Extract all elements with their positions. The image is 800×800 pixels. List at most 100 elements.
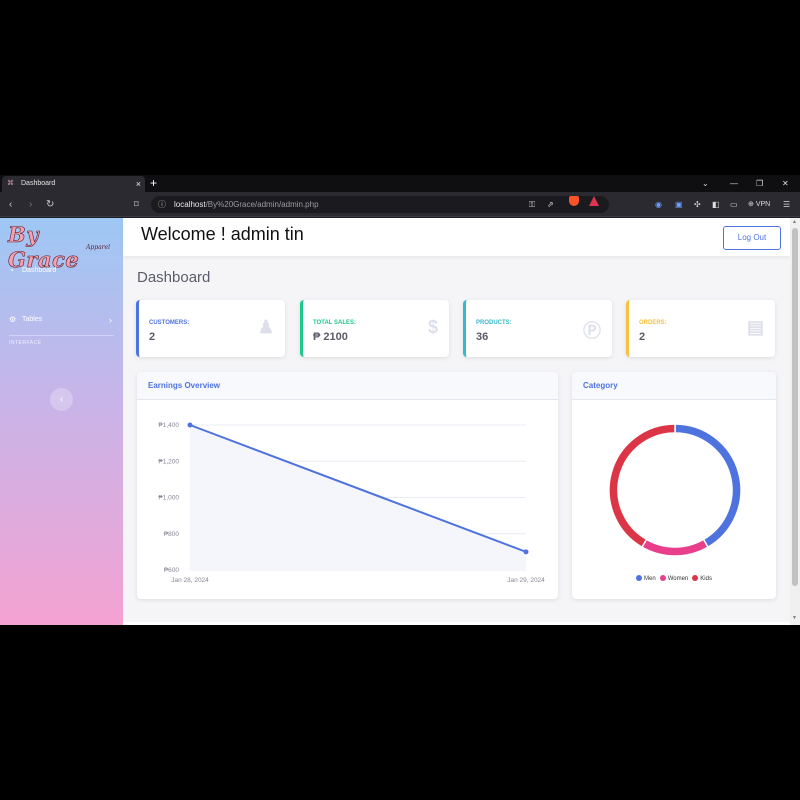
legend-item-women[interactable]: Women (659, 575, 689, 582)
earnings-title: Earnings Overview (148, 381, 221, 390)
y-tick-label: ₱600 (164, 567, 180, 574)
sidebar-item-dashboard[interactable]: ◔ Dashboard (0, 262, 123, 280)
dashboard-icon: ◔ (9, 266, 14, 275)
clipboard-icon: ▤ (746, 317, 764, 337)
logout-button[interactable]: Log Out (723, 226, 781, 250)
page-favicon-icon: ⌘ (7, 180, 14, 187)
donut-slice-kids (608, 423, 676, 549)
tab-strip: ⌘ Dashboard × + ⌄ — ❐ ✕ (0, 175, 800, 192)
scroll-up-icon[interactable]: ▲ (792, 219, 797, 225)
y-tick-label: ₱1,200 (158, 458, 179, 465)
vpn-button[interactable]: ⊕ VPN (748, 192, 770, 217)
stat-card-orders: ORDERS: 2 ▤ (626, 300, 775, 357)
url-text[interactable]: localhost/By%20Grace/admin/admin.php (174, 196, 319, 213)
data-point (523, 549, 529, 555)
sidebar-item-label: Tables (22, 316, 43, 323)
legend-swatch (636, 575, 643, 581)
back-icon[interactable]: ‹ (9, 192, 12, 217)
sidebar-item-label: Dashboard (22, 267, 57, 274)
speech-icon[interactable]: ◉ (655, 192, 662, 217)
legend-label: Kids (700, 576, 712, 582)
legend-label: Men (644, 576, 656, 582)
page-viewport: By Grace Apparel ◔ Dashboard INTERFACE ⚙… (0, 218, 800, 625)
welcome-heading: Welcome ! admin tin (141, 224, 304, 244)
site-info-icon[interactable]: ⓘ (158, 196, 166, 213)
legend-swatch (659, 575, 666, 581)
extensions-icon[interactable]: ✣ (694, 192, 701, 217)
sidebar-divider (9, 335, 114, 336)
earnings-line-chart: ₱1,400 ₱1,200 ₱1,000 ₱800 ₱600 Jan 28, 2024 Ja… (158, 422, 545, 584)
brand-logo[interactable]: By Grace Apparel (8, 222, 116, 273)
address-bar[interactable]: ⓘ localhost/By%20Grace/admin/admin.php ⚿… (151, 196, 609, 213)
table-icon: ⚙ (9, 315, 17, 324)
y-tick-label: ₱800 (164, 531, 180, 538)
legend-item-kids[interactable]: Kids (692, 575, 712, 582)
topbar: Welcome ! admin tin Log Out (123, 218, 790, 256)
donut-slice-men (674, 423, 742, 549)
browser-tab[interactable]: ⌘ Dashboard × (2, 176, 145, 192)
donut-slice-women (640, 538, 710, 557)
stat-value: 2 (149, 331, 156, 343)
brave-rewards-icon[interactable] (589, 196, 599, 206)
stat-label: CUSTOMERS: (149, 320, 190, 326)
stat-card-products: PRODUCTS: 36 Ⓟ (463, 300, 612, 357)
stat-card-total-sales: TOTAL SALES: ₱ 2100 $ (300, 300, 449, 357)
wallet-icon[interactable]: ▭ (730, 192, 738, 217)
sidebar-item-tables[interactable]: ⚙ Tables › (0, 311, 123, 329)
bookmark-icon[interactable]: ⌑ (134, 192, 139, 217)
tab-close-icon[interactable]: × (136, 176, 141, 192)
tab-search-chevron-icon[interactable]: ⌄ (702, 175, 709, 192)
data-point (187, 422, 193, 428)
vpn-label: VPN (755, 201, 771, 208)
dollar-icon: $ (427, 317, 438, 337)
sidebar-icon[interactable]: ◧ (712, 192, 720, 217)
chevron-right-icon: › (109, 315, 112, 325)
sidebar: By Grace Apparel ◔ Dashboard INTERFACE ⚙… (0, 218, 123, 625)
stat-label: PRODUCTS: (476, 320, 512, 326)
browser-window: ⌘ Dashboard × + ⌄ — ❐ ✕ ‹ › ↻ ⌑ ⓘ localh… (0, 175, 800, 625)
y-tick-label: ₱1,000 (158, 495, 179, 502)
brave-shields-icon[interactable] (569, 196, 579, 206)
x-tick-label: Jan 29, 2024 (507, 577, 545, 584)
stat-label: ORDERS: (639, 320, 667, 326)
stat-label: TOTAL SALES: (313, 320, 357, 326)
page-title: Dashboard (137, 269, 211, 286)
sidebar-heading: INTERFACE (9, 340, 42, 346)
tab-title: Dashboard (21, 180, 56, 187)
toolbar: ‹ › ↻ ⌑ ⓘ localhost/By%20Grace/admin/adm… (0, 192, 800, 217)
restore-icon[interactable]: ❐ (756, 175, 763, 192)
category-legend: Men Women Kids (572, 575, 776, 582)
close-window-icon[interactable]: ✕ (782, 175, 789, 192)
page-footer-strip (123, 622, 790, 625)
scroll-down-icon[interactable]: ▼ (792, 615, 797, 621)
share-icon[interactable]: ⇗ (547, 196, 554, 213)
page-scrollbar[interactable]: ▲ ▼ (790, 218, 800, 625)
new-tab-button[interactable]: + (150, 175, 157, 191)
legend-label: Women (667, 576, 689, 582)
translate-icon[interactable]: ▣ (675, 192, 683, 217)
stat-value: 2 (639, 331, 646, 343)
brand-subtitle: Apparel (86, 244, 110, 251)
peso-coin-icon: Ⓟ (583, 321, 601, 341)
stat-value: 36 (476, 331, 489, 343)
reload-icon[interactable]: ↻ (46, 192, 54, 217)
stat-value: ₱ 2100 (313, 331, 348, 343)
category-card-header: Category (572, 372, 776, 400)
menu-icon[interactable]: ☰ (783, 192, 790, 217)
scrollbar-thumb[interactable] (792, 228, 798, 586)
user-icon: ♟ (257, 317, 274, 337)
earnings-card: Earnings Overview ₱1,400 ₱1,200 ₱1,000 ₱800… (137, 372, 558, 599)
category-title: Category (583, 381, 618, 390)
x-tick-label: Jan 28, 2024 (171, 577, 209, 584)
minimize-icon[interactable]: — (730, 175, 738, 192)
category-card: Category Men Women Kids (572, 372, 776, 599)
legend-item-men[interactable]: Men (636, 575, 656, 582)
legend-swatch (692, 575, 699, 581)
sidebar-toggle-button[interactable]: ‹ (50, 388, 73, 411)
forward-icon[interactable]: › (29, 192, 32, 217)
y-tick-label: ₱1,400 (158, 422, 179, 429)
category-donut-chart (608, 423, 742, 557)
key-icon[interactable]: ⚿ (529, 196, 535, 213)
stat-card-customers: CUSTOMERS: 2 ♟ (136, 300, 285, 357)
earnings-card-header: Earnings Overview (137, 372, 558, 400)
